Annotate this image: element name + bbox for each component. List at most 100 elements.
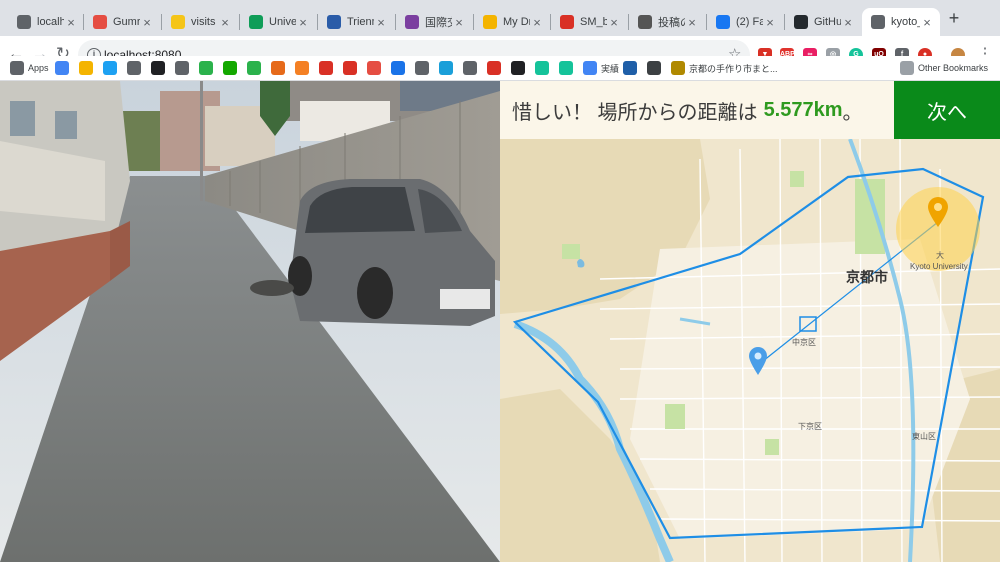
browser-tab[interactable]: My Driv× — [474, 8, 550, 36]
close-tab-icon[interactable]: × — [763, 15, 777, 30]
tab-title: GitHub — [814, 16, 841, 28]
bookmark-item[interactable] — [55, 60, 73, 76]
app-icon — [439, 61, 453, 75]
bookmark-item[interactable] — [127, 60, 145, 76]
bookmark-item[interactable] — [487, 60, 505, 76]
twitter-icon — [103, 61, 117, 75]
bookmark-item[interactable] — [247, 60, 265, 76]
gumroad-icon — [93, 15, 107, 29]
bookmark-item[interactable]: 実績 — [583, 60, 619, 76]
result-map[interactable]: 京都市 大 Kyoto University 中京区 下京区 東山区 — [500, 139, 1000, 562]
close-tab-icon[interactable]: × — [685, 15, 699, 30]
close-tab-icon[interactable]: × — [920, 15, 934, 30]
sheets-icon — [249, 15, 263, 29]
tab-separator — [628, 14, 629, 30]
drive-icon — [79, 61, 93, 75]
grammarly-icon — [535, 61, 549, 75]
new-tab-button[interactable]: + — [944, 8, 964, 28]
tab-separator — [706, 14, 707, 30]
browser-tab[interactable]: visits -× — [162, 8, 238, 36]
other-bookmarks-label: Other Bookmarks — [918, 63, 989, 73]
browser-tab[interactable]: kyoto_g× — [862, 8, 940, 36]
tab-separator — [395, 14, 396, 30]
result-banner: 惜しい！ 場所からの距離は 5.577km 。 — [500, 81, 894, 139]
stack-icon — [295, 61, 309, 75]
bookmark-item[interactable] — [623, 60, 641, 76]
bookmark-item[interactable] — [199, 60, 217, 76]
browser-tab[interactable]: GitHub× — [785, 8, 861, 36]
close-tab-icon[interactable]: × — [64, 15, 78, 30]
bookmark-item[interactable]: 京都の手作り市まと... — [671, 60, 778, 76]
tab-title: Triennal — [347, 16, 374, 28]
street-view-panorama[interactable] — [0, 81, 500, 562]
browser-tab[interactable]: Univers× — [240, 8, 316, 36]
globe-icon — [127, 61, 141, 75]
close-tab-icon[interactable]: × — [452, 15, 466, 30]
tab-title: Gumroa — [113, 16, 140, 28]
tab-title: visits - — [191, 16, 218, 28]
close-tab-icon[interactable]: × — [296, 15, 310, 30]
wordpress-icon — [638, 15, 652, 29]
game-panel: 惜しい！ 場所からの距離は 5.577km 。 次へ 京都市 大 Kyoto U… — [500, 81, 1000, 562]
browser-tab[interactable]: 国際交流× — [396, 8, 472, 36]
tab-title: (2) Face — [736, 16, 763, 28]
docs-icon — [583, 61, 597, 75]
github-icon — [794, 15, 808, 29]
bookmark-item[interactable] — [343, 60, 361, 76]
bookmark-item[interactable] — [463, 60, 481, 76]
bookmark-item[interactable] — [535, 60, 553, 76]
app-icon — [319, 61, 333, 75]
bookmark-item[interactable] — [559, 60, 577, 76]
bookmark-item[interactable]: Apps — [10, 60, 49, 76]
bookmark-item[interactable] — [151, 60, 169, 76]
close-tab-icon[interactable]: × — [530, 15, 544, 30]
close-tab-icon[interactable]: × — [841, 15, 855, 30]
translate-icon — [55, 61, 69, 75]
close-tab-icon[interactable]: × — [374, 15, 388, 30]
close-tab-icon[interactable]: × — [140, 15, 154, 30]
bookmark-label: Apps — [28, 63, 49, 73]
gumroad-icon — [367, 61, 381, 75]
upwork-icon — [223, 61, 237, 75]
app-icon — [671, 61, 685, 75]
app-icon — [343, 61, 357, 75]
tab-separator — [473, 14, 474, 30]
browser-tab[interactable]: SM_boc× — [551, 8, 627, 36]
bookmark-item[interactable] — [367, 60, 385, 76]
browser-tab[interactable]: Triennal× — [318, 8, 394, 36]
folder-icon — [900, 61, 914, 75]
drive-icon — [483, 15, 497, 29]
bookmark-item[interactable] — [79, 60, 97, 76]
result-prefix: 惜しい！ 場所からの距離は — [512, 101, 758, 124]
globe-icon — [327, 15, 341, 29]
browser-tab[interactable]: localho× — [8, 8, 84, 36]
bookmark-item[interactable] — [319, 60, 337, 76]
apps-grid-icon — [10, 61, 24, 75]
browser-tab[interactable]: (2) Face× — [707, 8, 783, 36]
university-label: Kyoto University — [910, 262, 968, 271]
tab-title: kyoto_g — [891, 16, 920, 28]
bookmark-item[interactable] — [271, 60, 289, 76]
globe-icon — [415, 61, 429, 75]
bookmark-item[interactable] — [391, 60, 409, 76]
other-bookmarks[interactable]: Other Bookmarks — [900, 60, 988, 76]
bookmark-item[interactable] — [103, 60, 121, 76]
bookmark-item[interactable] — [175, 60, 193, 76]
feedly-icon — [199, 61, 213, 75]
browser-tab[interactable]: 投稿の編× — [629, 8, 705, 36]
city-blocks — [630, 239, 970, 539]
close-tab-icon[interactable]: × — [607, 15, 621, 30]
tab-separator — [161, 14, 162, 30]
bookmark-item[interactable] — [415, 60, 433, 76]
browser-tab[interactable]: Gumroa× — [84, 8, 160, 36]
page-content: 惜しい！ 場所からの距離は 5.577km 。 次へ 京都市 大 Kyoto U… — [0, 81, 1000, 562]
city-label: 京都市 — [846, 269, 888, 285]
bookmark-item[interactable] — [647, 60, 665, 76]
bookmark-item[interactable] — [439, 60, 457, 76]
close-tab-icon[interactable]: × — [218, 15, 232, 30]
bookmark-item[interactable] — [295, 60, 313, 76]
next-button[interactable]: 次へ — [894, 81, 1000, 139]
bookmark-item[interactable] — [223, 60, 241, 76]
pdf-icon — [560, 15, 574, 29]
bookmark-item[interactable] — [511, 60, 529, 76]
